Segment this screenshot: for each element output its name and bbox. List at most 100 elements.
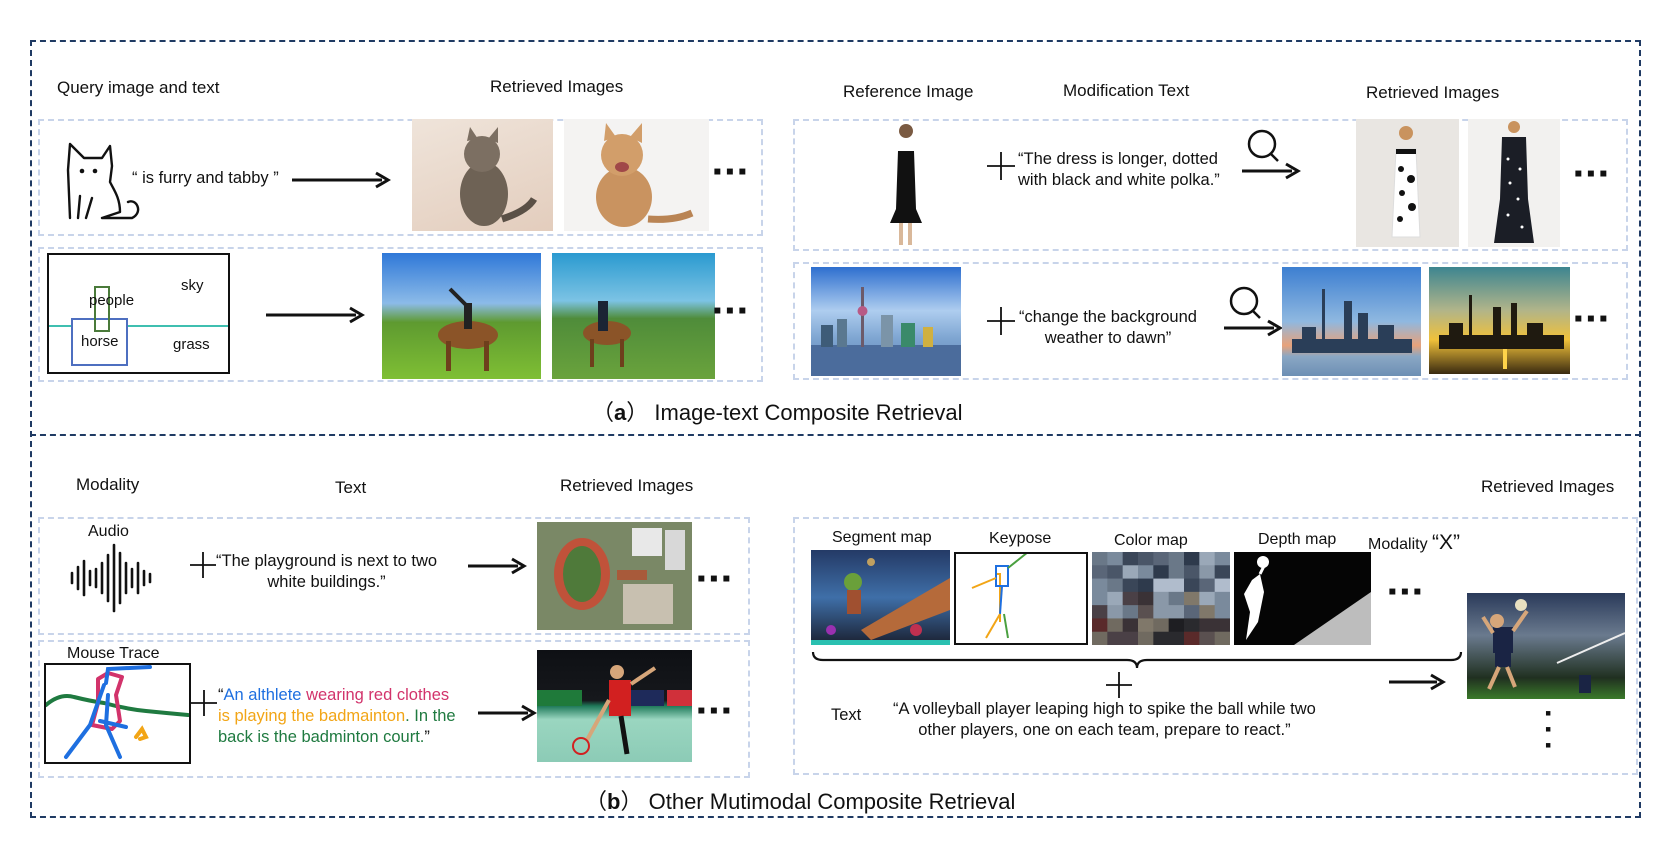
retrieved-image-badminton-player xyxy=(537,650,692,762)
color-map-cell xyxy=(1184,618,1200,633)
label-sky: sky xyxy=(181,277,204,294)
color-map-cell xyxy=(1107,618,1124,633)
modality-x-label: Modality xyxy=(1368,536,1428,553)
caption-b: （b） Other Mutimodal Composite Retrieval xyxy=(585,784,1015,816)
label-grass: grass xyxy=(173,336,210,353)
color-map-cell xyxy=(1107,631,1124,645)
color-map-cell xyxy=(1092,618,1108,633)
color-map-cell xyxy=(1092,605,1108,619)
retrieved-image-polka-dress-black xyxy=(1468,119,1560,247)
color-map-cell xyxy=(1199,631,1216,645)
arrow-right-icon xyxy=(468,557,527,575)
mouse-trace-sketch xyxy=(44,663,191,764)
more-results-ellipsis: ▪▪▪ xyxy=(713,158,751,185)
color-map-cell xyxy=(1107,591,1124,606)
audio-text-line2: white buildings.” xyxy=(267,573,386,591)
retrieved-image-aerial-playground xyxy=(537,522,692,630)
color-map-cell xyxy=(1122,618,1139,633)
color-map-cell xyxy=(1214,578,1230,593)
color-map-cell xyxy=(1122,605,1139,619)
retrieved-image-polka-dress-white xyxy=(1356,119,1459,247)
caption-a-paren-open: （ xyxy=(592,400,615,425)
dress-text-line1: “The dress is longer, dotted xyxy=(1018,150,1218,168)
header-retrieved-images-a-left: Retrieved Images xyxy=(490,77,624,96)
color-map-cell xyxy=(1153,605,1170,619)
color-map-cell xyxy=(1214,565,1230,580)
skyline-modification-text: “change the background weather to dawn” xyxy=(1019,307,1197,349)
mouse-trace-label: Mouse Trace xyxy=(67,645,160,662)
color-map-cell xyxy=(1138,578,1154,593)
reference-image-black-dress xyxy=(870,119,940,251)
keypose-image xyxy=(954,552,1088,645)
color-map-cell xyxy=(1199,605,1216,619)
color-map-cell xyxy=(1138,552,1154,566)
color-map-cell xyxy=(1092,578,1108,593)
reference-image-skyline-day xyxy=(811,267,961,376)
color-map-cell xyxy=(1168,591,1185,606)
text-segment-court: back is the badminton court. xyxy=(218,728,425,746)
caption-a-paren-close: ） xyxy=(626,400,649,425)
retrieved-image-horse-rider-2 xyxy=(552,253,715,379)
label-color-map: Color map xyxy=(1114,532,1188,549)
color-map-cell xyxy=(1107,605,1124,619)
mouse-trace-query-text: “An althlete wearing red clothes is play… xyxy=(218,685,456,748)
label-people: people xyxy=(89,292,135,309)
color-map-cell xyxy=(1199,618,1216,633)
cat-query-text: “ is furry and tabby ” xyxy=(132,169,279,187)
depth-map-image xyxy=(1234,552,1371,645)
caption-b-paren-close: ） xyxy=(620,789,643,814)
text-segment-quote-close: ” xyxy=(424,728,430,746)
color-map-cell xyxy=(1138,591,1154,606)
color-map-cell xyxy=(1092,552,1108,566)
retrieved-image-skyline-dawn-1 xyxy=(1282,267,1421,376)
text-segment-red-clothes: wearing red clothes xyxy=(301,686,450,704)
color-map-cell xyxy=(1214,552,1230,566)
color-map-cell xyxy=(1184,631,1200,645)
color-map-cell xyxy=(1107,578,1124,593)
section-divider xyxy=(30,434,1641,436)
color-map-cell xyxy=(1168,605,1185,619)
segment-map-image xyxy=(811,550,950,645)
volleyball-text-line1: “A volleyball player leaping high to spi… xyxy=(893,700,1316,718)
modality-x-value: “X” xyxy=(1432,531,1461,554)
text-segment-in-the: . In the xyxy=(405,707,456,725)
label-depth-map: Depth map xyxy=(1258,531,1337,548)
color-map-cell xyxy=(1214,591,1230,606)
skyline-text-line2: weather to dawn” xyxy=(1044,329,1172,347)
color-map-cell xyxy=(1153,552,1170,566)
text-segment-athlete: An althlete xyxy=(223,686,302,704)
modality-brace xyxy=(811,651,1463,669)
label-modality-x: Modality “X” xyxy=(1368,531,1460,555)
caption-a-letter: a xyxy=(614,400,627,425)
search-arrow-icon xyxy=(1224,286,1283,337)
caption-a: （a） Image-text Composite Retrieval xyxy=(592,395,963,427)
color-map-cell xyxy=(1122,565,1139,580)
color-map-cell xyxy=(1092,591,1108,606)
color-map-cell xyxy=(1092,565,1108,580)
more-results-ellipsis: ▪▪▪ xyxy=(697,565,735,592)
color-map-cell xyxy=(1092,631,1108,645)
plus-icon xyxy=(1106,672,1132,698)
text-segment-badminton: is playing the badmainton xyxy=(218,707,406,725)
color-map-cell xyxy=(1199,591,1216,606)
arrow-right-icon xyxy=(1389,673,1446,691)
header-reference-image: Reference Image xyxy=(843,82,974,101)
skyline-text-line1: “change the background xyxy=(1019,308,1197,326)
retrieved-image-kitten-1 xyxy=(412,119,553,231)
label-horse: horse xyxy=(81,333,119,350)
color-map-cell xyxy=(1153,578,1170,593)
more-results-ellipsis: ▪▪▪ xyxy=(697,697,735,724)
search-arrow-icon xyxy=(1242,129,1301,180)
color-map-cell xyxy=(1184,605,1200,619)
color-map-cell xyxy=(1153,565,1170,580)
color-map-cell xyxy=(1107,565,1124,580)
color-map-cell xyxy=(1122,631,1139,645)
more-results-ellipsis: ▪▪▪ xyxy=(1574,305,1612,332)
color-map-cell xyxy=(1214,631,1230,645)
more-modalities-ellipsis: ▪▪▪ xyxy=(1388,578,1426,605)
color-map-cell xyxy=(1107,552,1124,566)
color-map-cell xyxy=(1168,578,1185,593)
plus-icon xyxy=(987,152,1015,180)
color-map-cell xyxy=(1184,552,1200,566)
color-map-cell xyxy=(1122,552,1139,566)
